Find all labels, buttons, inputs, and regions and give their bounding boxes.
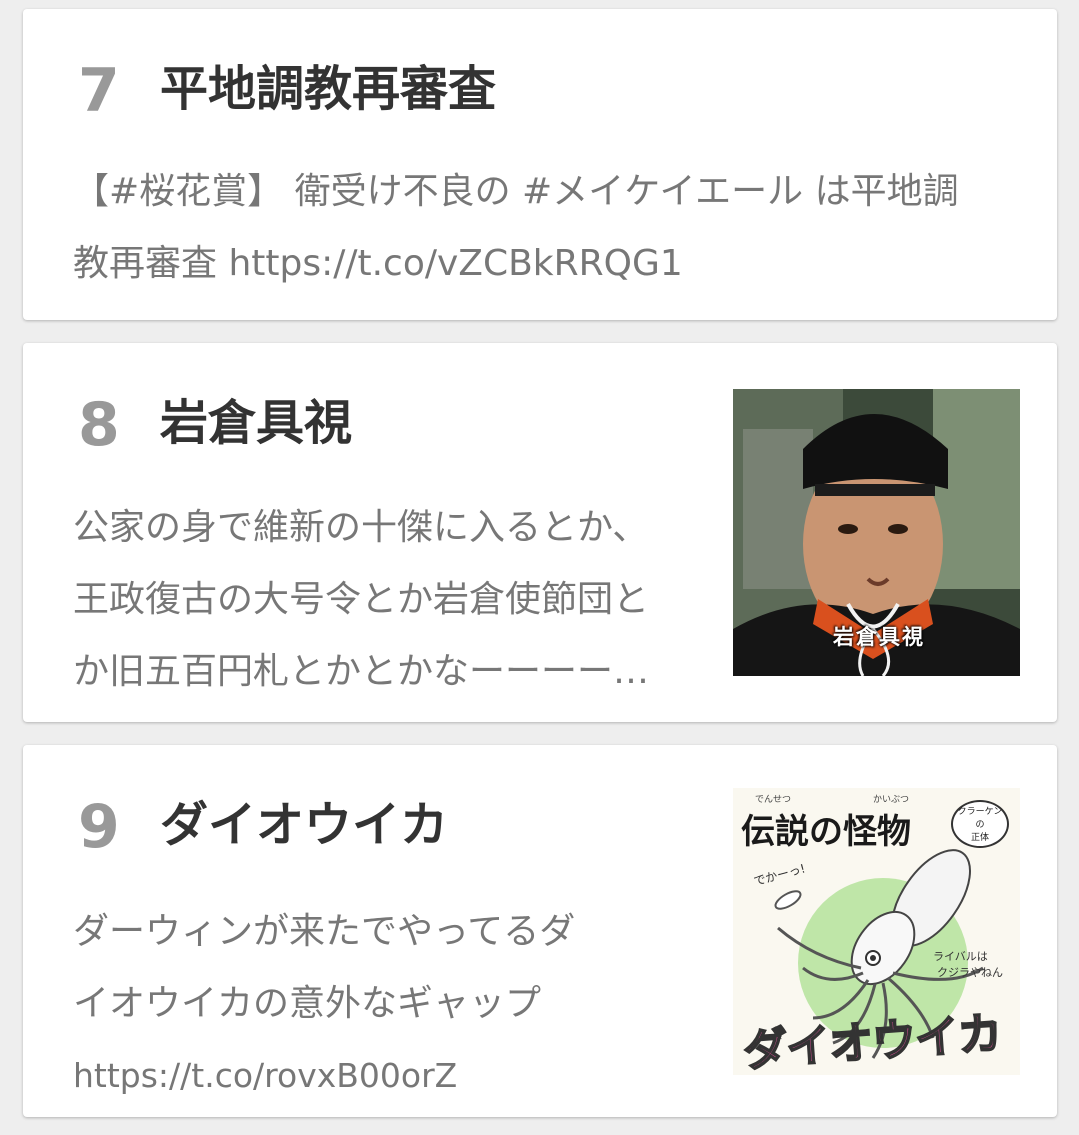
description-line: 公家の身で維新の十傑に入るとか、	[73, 507, 649, 548]
image-caption: 岩倉具視	[833, 625, 925, 649]
rank-number: 8	[78, 390, 120, 460]
trend-title[interactable]: 平地調教再審査	[160, 65, 496, 113]
description-line: イオウイカの意外なギャップ	[73, 983, 542, 1024]
illustration-heading: 伝説の怪物	[741, 812, 911, 852]
trend-card[interactable]: 8 岩倉具視 公家の身で維新の十傑に入るとか、 王政復古の大号令とか岩倉使節団と…	[23, 343, 1057, 722]
description-line: か旧五百円札とかとかなーーーー…	[73, 651, 650, 692]
trend-title[interactable]: 岩倉具視	[160, 399, 352, 447]
bubble-text: クラーケン	[957, 807, 1003, 817]
description-link[interactable]: https://t.co/rovxB00orZ	[73, 1040, 633, 1112]
description-line: ダーウィンが来たでやってるダ	[73, 911, 576, 952]
trend-title[interactable]: ダイオウイカ	[160, 801, 448, 849]
rank-number: 9	[78, 792, 120, 862]
description-line: 【#桜花賞】 衛受け不良の #メイケイエール は平地調	[73, 171, 959, 212]
trend-description: 【#桜花賞】 衛受け不良の #メイケイエール は平地調 教再審査 https:/…	[73, 156, 1023, 300]
thumbnail-image[interactable]: 岩倉具視	[733, 389, 1020, 676]
description-line: 王政復古の大号令とか岩倉使節団と	[73, 579, 650, 620]
trend-card[interactable]: 9 ダイオウイカ ダーウィンが来たでやってるダ イオウイカの意外なギャップ ht…	[23, 745, 1057, 1117]
thumbnail-image[interactable]: でんせつ かいぶつ 伝説の怪物 クラーケン の 正体 でかーっ! ライバルは ク…	[733, 788, 1020, 1075]
speech-bubble: クラーケン の 正体	[951, 800, 1009, 848]
trend-card[interactable]: 7 平地調教再審査 【#桜花賞】 衛受け不良の #メイケイエール は平地調 教再…	[23, 9, 1057, 320]
trend-description: ダーウィンが来たでやってるダ イオウイカの意外なギャップ https://t.c…	[73, 896, 633, 1112]
bubble-text: の	[975, 820, 985, 830]
bubble-text: 正体	[970, 833, 989, 843]
description-line: 教再審査 https://t.co/vZCBkRRQG1	[73, 243, 683, 284]
rank-number: 7	[78, 56, 120, 126]
rival-text: ライバルは	[933, 950, 988, 963]
rival-text: クジラやねん	[937, 966, 1003, 979]
trend-description: 公家の身で維新の十傑に入るとか、 王政復古の大号令とか岩倉使節団と か旧五百円札…	[73, 492, 703, 708]
